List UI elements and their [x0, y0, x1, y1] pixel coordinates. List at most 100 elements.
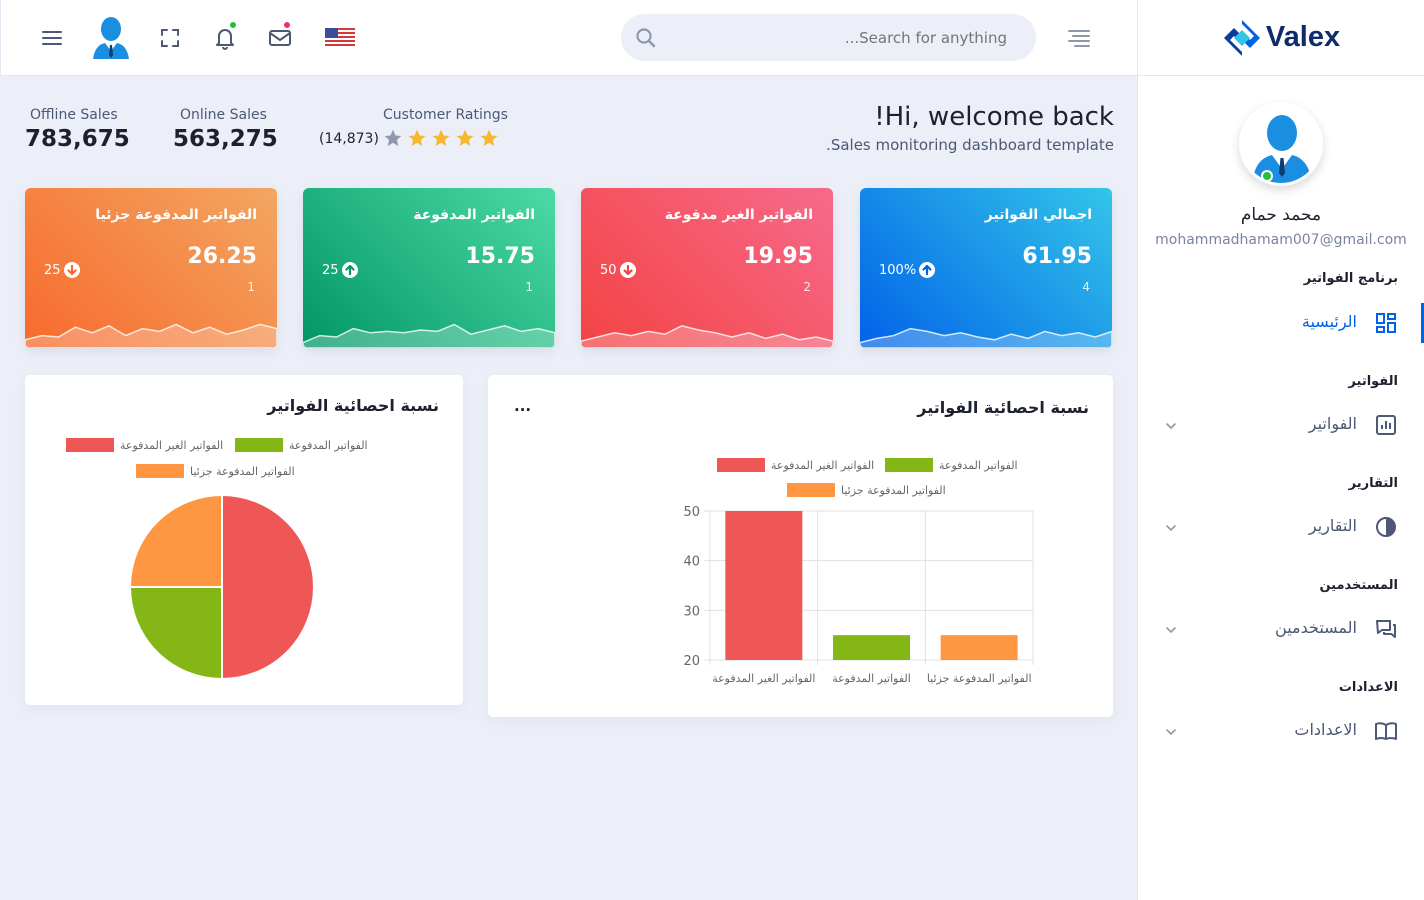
card-sparkline	[860, 327, 1112, 348]
stat-card[interactable]: الفواتير الغير مدفوعة 19.95 2 50	[581, 188, 833, 348]
sidebar-item-label: المستخدمين	[1275, 618, 1357, 637]
stat-card[interactable]: الفواتير المدفوعة 15.75 1 25	[303, 188, 555, 348]
arrow-up-circle-icon	[919, 262, 936, 278]
legend-label: الفواتير الغير المدفوعة	[120, 439, 223, 452]
sidebar-section-heading: الفواتير	[1348, 374, 1398, 389]
card-title: اجمالي الفواتير	[984, 207, 1092, 223]
star-filled-icon	[480, 129, 498, 146]
legend-label: الفواتير المدفوعة	[289, 439, 368, 452]
notification-dot	[228, 20, 238, 30]
card-value: 61.95	[1022, 244, 1092, 269]
search-input[interactable]	[669, 14, 1029, 61]
mail-dot	[282, 20, 292, 30]
card-sparkline	[581, 325, 833, 348]
mail-icon[interactable]	[262, 20, 298, 56]
chevron-down-icon[interactable]	[1165, 417, 1177, 430]
welcome-subtitle: Sales monitoring dashboard template.	[826, 136, 1114, 154]
pie-chart: الفواتير الغير المدفوعة الفواتير المدفوعة…	[66, 438, 368, 681]
star-empty-icon	[384, 129, 402, 146]
pie-slice[interactable]	[128, 586, 223, 681]
search-bar	[621, 14, 1036, 61]
stat-card[interactable]: الفواتير المدفوعة جزئيا 26.25 1 25	[25, 188, 277, 348]
user-email: mohammadhamam007@gmail.com	[1155, 232, 1407, 248]
card-count: 4	[1082, 280, 1090, 294]
legend-swatch	[787, 483, 835, 497]
align-right-icon[interactable]	[1061, 20, 1097, 56]
sidebar-item-label: التقارير	[1308, 516, 1357, 535]
legend-swatch	[235, 438, 283, 452]
brand-logo[interactable]: Valex	[1138, 0, 1424, 76]
star-filled-icon	[456, 129, 474, 146]
legend-label: الفواتير الغير المدفوعة	[771, 459, 874, 472]
bar-chart: الفواتير الغير المدفوعة الفواتير المدفوعة…	[683, 458, 1034, 685]
fullscreen-icon[interactable]	[152, 20, 188, 56]
bar-chart-panel: نسبة احصائية الفواتير ... الفواتير الغير…	[488, 375, 1113, 717]
chat-icon	[1374, 617, 1398, 641]
x-tick-label: الفواتير المدفوعة	[832, 672, 911, 685]
half-circle-icon	[1374, 515, 1398, 539]
stat-card[interactable]: اجمالي الفواتير 61.95 4 100%	[860, 188, 1112, 348]
card-title: الفواتير المدفوعة جزئيا	[95, 207, 257, 223]
valex-logo-icon	[1223, 19, 1260, 56]
sidebar-section-heading: المستخدمين	[1319, 578, 1398, 593]
y-tick-label: 30	[683, 604, 700, 619]
y-tick-label: 20	[683, 654, 700, 669]
search-icon[interactable]	[635, 27, 656, 52]
bar[interactable]	[725, 511, 803, 660]
top-header	[0, 0, 1138, 76]
sidebar-item-label: الاعدادات	[1294, 720, 1357, 739]
card-title: الفواتير الغير مدفوعة	[664, 207, 813, 223]
sidebar-item[interactable]: المستخدمين	[1137, 609, 1424, 649]
sidebar-item[interactable]: الفواتير	[1137, 405, 1424, 445]
chevron-down-icon[interactable]	[1165, 723, 1177, 736]
card-percent-value: 100%	[879, 262, 917, 278]
sidebar-section-heading: التقارير	[1348, 476, 1398, 491]
card-sparkline	[303, 323, 555, 348]
star-filled-icon	[432, 129, 450, 146]
user-avatar[interactable]	[1239, 102, 1323, 186]
avatar[interactable]	[90, 14, 132, 62]
legend-swatch	[66, 438, 114, 452]
welcome-block: Hi, welcome back! Sales monitoring dashb…	[826, 102, 1114, 154]
offline-sales-label: Offline Sales	[30, 107, 118, 123]
pie-slice[interactable]	[221, 493, 315, 681]
invoice-chart-icon	[1374, 413, 1398, 437]
menu-icon[interactable]	[34, 20, 70, 56]
legend-swatch	[885, 458, 933, 472]
sidebar-section-heading: الاعدادات	[1338, 680, 1398, 695]
welcome-title: Hi, welcome back!	[874, 102, 1114, 132]
sidebar-item[interactable]: الرئيسية	[1137, 303, 1424, 343]
card-sparkline	[25, 323, 277, 348]
card-title: الفواتير المدفوعة	[413, 207, 535, 223]
us-flag-icon[interactable]	[322, 20, 358, 56]
card-count: 1	[247, 280, 255, 294]
user-name: محمد حمام	[1240, 205, 1322, 225]
arrow-down-circle-icon	[63, 262, 80, 278]
customer-ratings-label: Customer Ratings	[383, 107, 508, 123]
chevron-down-icon[interactable]	[1165, 621, 1177, 634]
dashboard-icon	[1374, 311, 1398, 335]
card-value: 19.95	[743, 244, 813, 269]
sidebar-item-label: الفواتير	[1308, 414, 1357, 433]
offline-sales-value: 783,675	[25, 126, 130, 152]
brand-name: Valex	[1265, 21, 1341, 53]
sidebar-item-label: الرئيسية	[1301, 312, 1357, 331]
pie-slice[interactable]	[128, 493, 223, 588]
sidebar-item[interactable]: الاعدادات	[1137, 711, 1424, 751]
card-percent: 25	[322, 262, 358, 278]
bar[interactable]	[833, 635, 910, 660]
card-percent-value: 25	[322, 262, 339, 278]
ratings-count: (14,873)	[319, 131, 379, 147]
online-sales-label: Online Sales	[180, 107, 267, 123]
legend-swatch	[136, 464, 184, 478]
bar[interactable]	[940, 635, 1018, 660]
card-percent: 25	[44, 262, 80, 278]
arrow-up-circle-icon	[341, 262, 358, 278]
arrow-down-circle-icon	[619, 262, 636, 278]
bell-icon[interactable]	[207, 20, 243, 56]
card-value: 15.75	[465, 244, 535, 269]
sidebar-item[interactable]: التقارير	[1137, 507, 1424, 547]
card-count: 1	[525, 280, 533, 294]
y-tick-label: 50	[683, 505, 700, 520]
chevron-down-icon[interactable]	[1165, 519, 1177, 532]
